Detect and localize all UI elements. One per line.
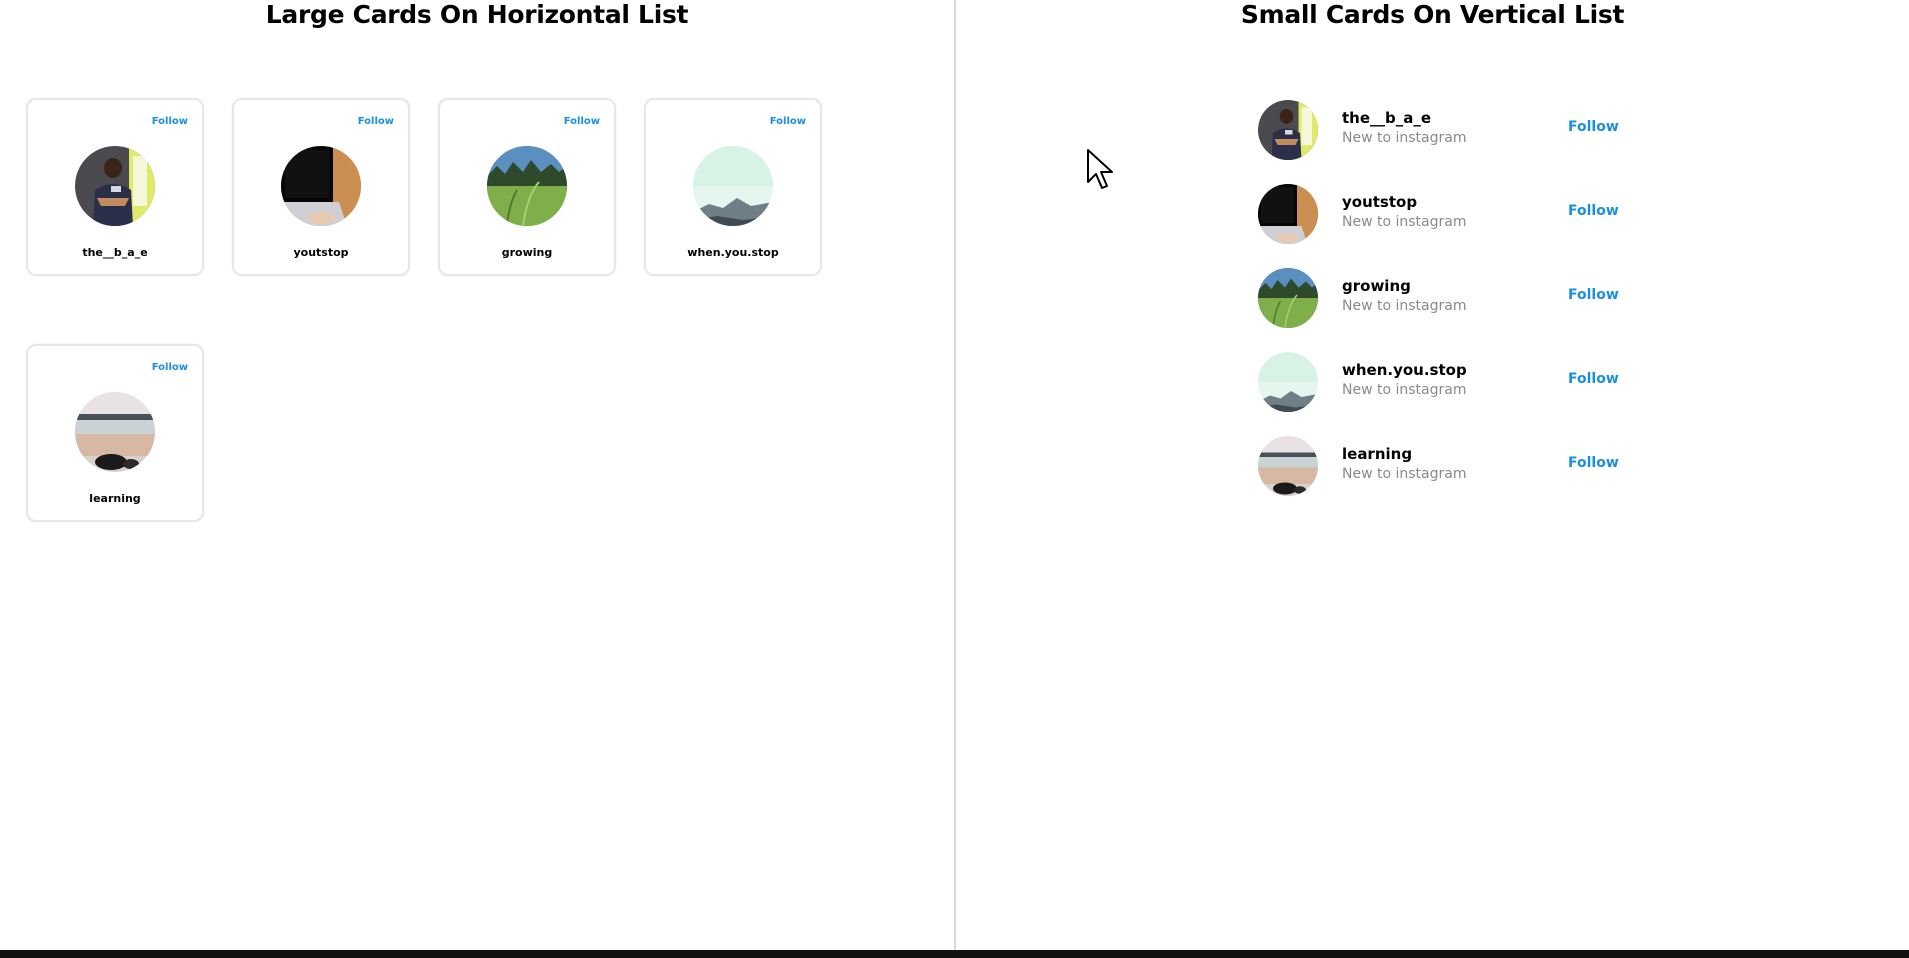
follow-button[interactable]: Follow xyxy=(1568,455,1619,471)
avatar xyxy=(1258,268,1318,328)
avatar xyxy=(487,146,567,226)
username: growing xyxy=(501,246,553,259)
username: when.you.stop xyxy=(687,246,779,259)
large-cards-grid: Follow the__b_a_e Follow youtstop Follow… xyxy=(26,98,926,522)
user-subtitle: New to instagram xyxy=(1342,298,1467,314)
follow-button[interactable]: Follow xyxy=(1568,287,1619,303)
follow-button[interactable]: Follow xyxy=(1568,371,1619,387)
username: learning xyxy=(1342,445,1413,463)
follow-button[interactable]: Follow xyxy=(358,116,394,127)
user-subtitle: New to instagram xyxy=(1342,466,1467,482)
small-cards-pane: Small Cards On Vertical List the__b_a_e … xyxy=(956,0,1909,950)
large-cards-pane: Large Cards On Horizontal List Follow th… xyxy=(0,0,954,950)
list-item: growing New to instagram Follow xyxy=(1258,266,1619,350)
list-item: learning New to instagram Follow xyxy=(1258,434,1619,518)
username: the__b_a_e xyxy=(1342,109,1432,127)
profile-card: Follow growing xyxy=(438,98,616,276)
profile-card: Follow the__b_a_e xyxy=(26,98,204,276)
username: the__b_a_e xyxy=(82,246,148,259)
avatar xyxy=(1258,436,1318,496)
profile-card: Follow youtstop xyxy=(232,98,410,276)
follow-button[interactable]: Follow xyxy=(564,116,600,127)
mouse-cursor-icon xyxy=(1087,149,1113,189)
list-item: the__b_a_e New to instagram Follow xyxy=(1258,98,1619,182)
avatar xyxy=(1258,100,1318,160)
username: youtstop xyxy=(293,246,349,259)
system-taskbar xyxy=(0,950,1909,958)
user-subtitle: New to instagram xyxy=(1342,382,1467,398)
username: learning xyxy=(89,492,141,505)
follow-button[interactable]: Follow xyxy=(1568,203,1619,219)
avatar xyxy=(75,146,155,226)
follow-button[interactable]: Follow xyxy=(770,116,806,127)
follow-button[interactable]: Follow xyxy=(1568,119,1619,135)
avatar xyxy=(75,392,155,472)
list-item: when.you.stop New to instagram Follow xyxy=(1258,350,1619,434)
username: youtstop xyxy=(1342,193,1418,211)
profile-card: Follow learning xyxy=(26,344,204,522)
user-subtitle: New to instagram xyxy=(1342,214,1467,230)
large-cards-title: Large Cards On Horizontal List xyxy=(265,0,689,29)
avatar xyxy=(693,146,773,226)
follow-button[interactable]: Follow xyxy=(152,362,188,373)
avatar xyxy=(1258,352,1318,412)
avatar xyxy=(281,146,361,226)
user-subtitle: New to instagram xyxy=(1342,130,1467,146)
avatar xyxy=(1258,184,1318,244)
small-cards-list: the__b_a_e New to instagram Follow youts… xyxy=(1258,98,1619,518)
username: when.you.stop xyxy=(1342,361,1467,379)
list-item: youtstop New to instagram Follow xyxy=(1258,182,1619,266)
follow-button[interactable]: Follow xyxy=(152,116,188,127)
profile-card: Follow when.you.stop xyxy=(644,98,822,276)
username: growing xyxy=(1342,277,1411,295)
small-cards-title: Small Cards On Vertical List xyxy=(1240,0,1625,29)
